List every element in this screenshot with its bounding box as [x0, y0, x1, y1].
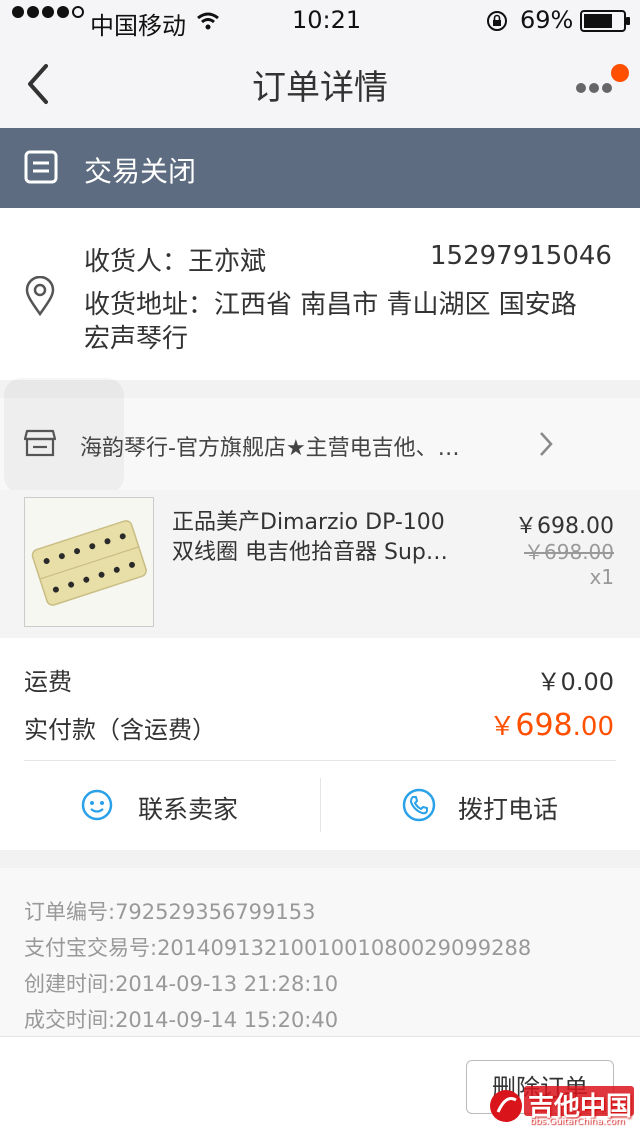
wifi-icon	[197, 12, 219, 30]
guitar-pickup-image	[25, 498, 153, 626]
contact-seller-button[interactable]: 联系卖家	[138, 790, 238, 826]
rotation-lock-icon	[487, 11, 507, 31]
recipient-name: 收货人：王亦斌	[84, 247, 267, 277]
total-integer: 698	[515, 708, 573, 743]
created-time: 创建时间:2014-09-13 21:28:10	[24, 972, 339, 996]
total-paid-value: ￥698.00	[489, 706, 614, 743]
total-paid-label: 实付款（含运费）	[24, 716, 216, 744]
receipt-icon	[24, 150, 58, 184]
status-bar: 中国移动 10:21 69%	[0, 0, 640, 40]
page-title: 订单详情	[252, 68, 388, 108]
recipient-phone: 15297915046	[430, 241, 612, 271]
product-title[interactable]: 正品美产Dimarzio DP-100 双线圈 电吉他拾音器 Sup…	[172, 508, 482, 568]
address-line-2: 宏声琴行	[84, 324, 189, 354]
store-icon	[24, 429, 56, 457]
product-title-line-1: 正品美产Dimarzio DP-100	[172, 510, 445, 535]
signal-strength-icon	[12, 6, 87, 34]
shipping-address-card: 收货人：王亦斌 15297915046 收货地址：江西省 南昌市 青山湖区 国安…	[0, 208, 640, 380]
phone-icon[interactable]	[402, 788, 436, 822]
battery-percent: 69%	[520, 6, 574, 34]
location-pin-icon	[25, 276, 55, 316]
chat-icon[interactable]	[80, 788, 114, 822]
order-status-text: 交易关闭	[84, 155, 197, 188]
completed-time: 成交时间:2014-09-14 15:20:40	[24, 1008, 339, 1032]
shipping-fee-value: ￥0.00	[536, 668, 614, 696]
divider	[24, 760, 616, 761]
call-phone-button[interactable]: 拨打电话	[458, 790, 558, 826]
alipay-transaction-number: 支付宝交易号:2014091321001001080029099288	[24, 936, 532, 960]
watermark-url: bbs.GuitarChina.com	[530, 1117, 625, 1127]
shop-name[interactable]: 海韵琴行-官方旗舰店★主营电吉他、…	[80, 430, 460, 462]
total-currency: ￥	[489, 712, 516, 742]
order-number: 订单编号:792529356799153	[24, 900, 316, 924]
product-original-price: ￥698.00	[524, 540, 614, 564]
product-thumbnail[interactable]	[24, 497, 154, 627]
divider	[320, 778, 321, 832]
address-line: 收货地址：江西省 南昌市 青山湖区 国安路	[84, 290, 577, 320]
product-quantity: x1	[589, 565, 614, 589]
clock: 10:21	[292, 6, 362, 34]
more-icon[interactable]	[576, 78, 615, 97]
total-decimal: .00	[572, 712, 614, 742]
battery-icon	[580, 10, 630, 32]
product-title-line-2: 双线圈 电吉他拾音器 Sup…	[172, 540, 448, 565]
chevron-right-icon[interactable]	[538, 430, 554, 458]
carrier-name: 中国移动	[90, 12, 186, 40]
shipping-fee-label: 运费	[24, 668, 72, 696]
notification-badge	[611, 64, 629, 82]
